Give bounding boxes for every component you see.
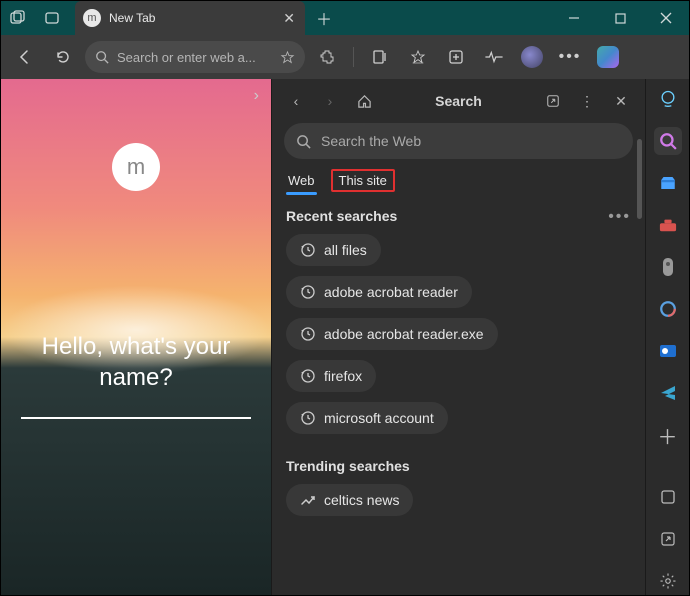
- address-bar[interactable]: Search or enter web a...: [85, 41, 305, 73]
- favorites-icon[interactable]: [402, 41, 434, 73]
- trending-icon: [300, 492, 316, 508]
- tab-web[interactable]: Web: [286, 169, 317, 192]
- recent-chip[interactable]: all files: [286, 234, 381, 266]
- collections-icon[interactable]: [440, 41, 472, 73]
- ntp-greeting: Hello, what's your name?: [1, 331, 271, 393]
- browser-tab[interactable]: m New Tab ✕: [75, 1, 305, 35]
- window-controls: [551, 1, 689, 35]
- sidebar-reader-icon[interactable]: [654, 483, 682, 511]
- panel-home-icon[interactable]: [350, 87, 378, 115]
- close-window-button[interactable]: [643, 1, 689, 35]
- health-icon[interactable]: [478, 41, 510, 73]
- sidebar-settings-icon[interactable]: [654, 567, 682, 595]
- browser-toolbar: Search or enter web a... •••: [1, 35, 689, 79]
- panel-close-icon[interactable]: ✕: [607, 87, 635, 115]
- tab-close-icon[interactable]: ✕: [283, 10, 295, 27]
- chip-label: all files: [324, 242, 367, 258]
- search-icon: [95, 50, 109, 64]
- new-tab-button[interactable]: ＋: [309, 3, 339, 33]
- recent-chip[interactable]: adobe acrobat reader: [286, 276, 472, 308]
- refresh-button[interactable]: [47, 41, 79, 73]
- recent-chip[interactable]: firefox: [286, 360, 376, 392]
- workspaces-icon[interactable]: [1, 1, 35, 35]
- profile-avatar[interactable]: [516, 41, 548, 73]
- panel-search-row: Search the Web: [272, 123, 645, 167]
- trending-searches-header: Trending searches: [286, 458, 631, 474]
- sidebar-share-icon[interactable]: [654, 525, 682, 553]
- panel-more-icon[interactable]: ⋮: [573, 87, 601, 115]
- sidebar-drop-icon[interactable]: [654, 379, 682, 407]
- sidebar-add-icon[interactable]: ＋: [654, 421, 682, 449]
- maximize-button[interactable]: [597, 1, 643, 35]
- toolbar-divider: [353, 47, 354, 67]
- open-external-icon[interactable]: [539, 87, 567, 115]
- edge-sidebar: ＋: [645, 79, 689, 595]
- address-placeholder: Search or enter web a...: [117, 50, 256, 65]
- sidebar-search-icon[interactable]: [654, 127, 682, 155]
- history-icon: [300, 326, 316, 342]
- favorite-icon[interactable]: [280, 50, 295, 65]
- panel-tabs: Web This site: [272, 167, 645, 198]
- minimize-button[interactable]: [551, 1, 597, 35]
- panel-header: ‹ › Search ⋮ ✕: [272, 79, 645, 123]
- recent-list: all files adobe acrobat reader adobe acr…: [286, 234, 631, 434]
- recent-searches-header: Recent searches: [286, 208, 631, 224]
- history-icon: [300, 410, 316, 426]
- tab-actions-icon[interactable]: [35, 1, 69, 35]
- ntp-avatar[interactable]: m: [112, 143, 160, 191]
- recent-searches-section: ••• Recent searches all files adobe acro…: [272, 198, 645, 444]
- chip-label: firefox: [324, 368, 362, 384]
- history-icon: [300, 284, 316, 300]
- search-icon: [296, 134, 311, 149]
- read-aloud-icon[interactable]: [364, 41, 396, 73]
- search-panel: ‹ › Search ⋮ ✕ Search the Web Web This s…: [271, 79, 645, 595]
- sidebar-m365-icon[interactable]: [654, 295, 682, 323]
- ntp-overlay: m Hello, what's your name?: [1, 79, 271, 595]
- chip-label: adobe acrobat reader: [324, 284, 458, 300]
- ntp-name-input[interactable]: [21, 417, 251, 419]
- tab-this-site[interactable]: This site: [339, 173, 387, 188]
- sidebar-shopping-icon[interactable]: [654, 169, 682, 197]
- new-tab-page: › m Hello, what's your name?: [1, 79, 271, 595]
- tab-favicon: m: [83, 9, 101, 27]
- tab-title: New Tab: [109, 11, 275, 25]
- copilot-icon[interactable]: [592, 41, 624, 73]
- trending-chip[interactable]: celtics news: [286, 484, 413, 516]
- trending-searches-section: Trending searches celtics news: [272, 444, 645, 526]
- back-button[interactable]: [9, 41, 41, 73]
- sidebar-chat-icon[interactable]: [654, 85, 682, 113]
- panel-search-input[interactable]: Search the Web: [284, 123, 633, 159]
- title-bar: m New Tab ✕ ＋: [1, 1, 689, 35]
- tab-this-site-highlight: This site: [331, 169, 395, 192]
- content-area: › m Hello, what's your name? ‹ › Search …: [1, 79, 689, 595]
- more-menu-icon[interactable]: •••: [554, 41, 586, 73]
- panel-forward-icon[interactable]: ›: [316, 87, 344, 115]
- chip-label: adobe acrobat reader.exe: [324, 326, 484, 342]
- sidebar-tools-icon[interactable]: [654, 211, 682, 239]
- panel-back-icon[interactable]: ‹: [282, 87, 310, 115]
- edge-window: m New Tab ✕ ＋ Search or enter web a...: [0, 0, 690, 596]
- history-icon: [300, 242, 316, 258]
- panel-search-placeholder: Search the Web: [321, 133, 421, 149]
- recent-chip[interactable]: adobe acrobat reader.exe: [286, 318, 498, 350]
- recent-more-icon[interactable]: •••: [608, 208, 631, 226]
- sidebar-games-icon[interactable]: [654, 253, 682, 281]
- titlebar-left: m New Tab ✕ ＋: [1, 1, 339, 35]
- sidebar-outlook-icon[interactable]: [654, 337, 682, 365]
- history-icon: [300, 368, 316, 384]
- recent-chip[interactable]: microsoft account: [286, 402, 448, 434]
- chip-label: microsoft account: [324, 410, 434, 426]
- extensions-icon[interactable]: [311, 41, 343, 73]
- chip-label: celtics news: [324, 492, 399, 508]
- panel-title: Search: [384, 93, 533, 109]
- trending-list: celtics news: [286, 484, 631, 516]
